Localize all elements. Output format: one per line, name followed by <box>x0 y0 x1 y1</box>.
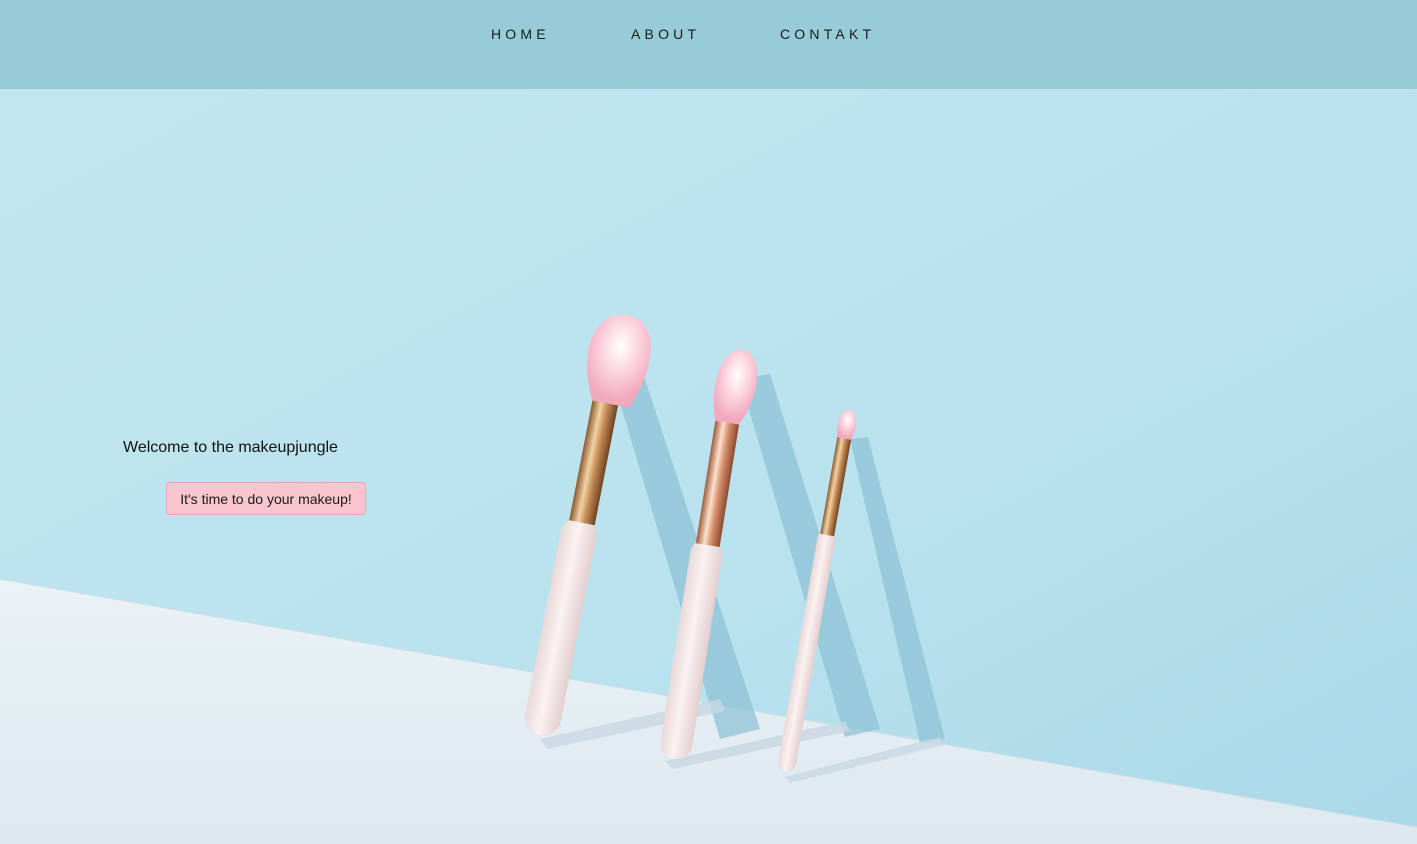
nav-link-about[interactable]: ABOUT <box>631 26 700 42</box>
nav-link-home[interactable]: HOME <box>491 26 550 42</box>
nav-link-contakt[interactable]: CONTAKT <box>780 26 875 42</box>
hero-background-image <box>0 89 1417 844</box>
welcome-heading: Welcome to the makeupjungle <box>123 439 338 456</box>
top-navbar: HOME ABOUT CONTAKT <box>0 0 1417 89</box>
start-makeup-button[interactable]: It's time to do your makeup! <box>166 482 366 515</box>
page: HOME ABOUT CONTAKT Welcome to the makeup… <box>0 0 1417 844</box>
hero-section <box>0 89 1417 844</box>
